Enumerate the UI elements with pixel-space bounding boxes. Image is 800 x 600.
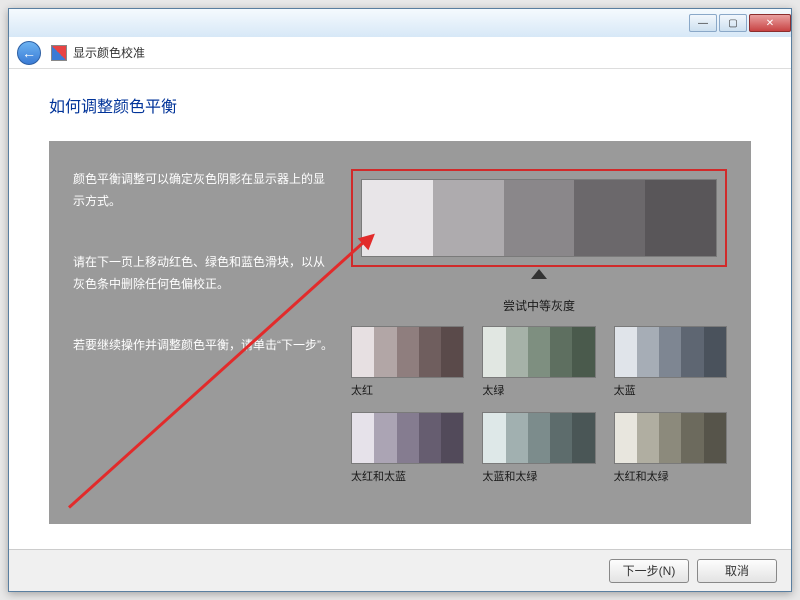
- swatch-label: 太红和太绿: [614, 468, 727, 484]
- close-button[interactable]: ✕: [749, 14, 791, 32]
- swatch-label: 太蓝和太绿: [482, 468, 595, 484]
- content-area: 如何调整颜色平衡 颜色平衡调整可以确定灰色阴影在显示器上的显示方式。 请在下一页…: [9, 69, 791, 549]
- highlight-annotation: [351, 169, 727, 267]
- swatch-too-red-green: 太红和太绿: [614, 412, 727, 484]
- swatch-too-green: 太绿: [482, 326, 595, 398]
- pointer-triangle-icon: [531, 269, 547, 279]
- swatch-too-blue: 太蓝: [614, 326, 727, 398]
- swatch-label: 太绿: [482, 382, 595, 398]
- maximize-button[interactable]: ▢: [719, 14, 747, 32]
- instruction-paragraph: 若要继续操作并调整颜色平衡，请单击“下一步”。: [73, 335, 333, 357]
- next-button[interactable]: 下一步(N): [609, 559, 689, 583]
- instruction-paragraph: 请在下一页上移动红色、绿色和蓝色滑块，以从灰色条中删除任何色偏校正。: [73, 252, 333, 295]
- minimize-button[interactable]: —: [689, 14, 717, 32]
- swatch-label: 太红和太蓝: [351, 468, 464, 484]
- instruction-paragraph: 颜色平衡调整可以确定灰色阴影在显示器上的显示方式。: [73, 169, 333, 212]
- neutral-label: 尝试中等灰度: [351, 297, 727, 314]
- nav-title: 显示颜色校准: [73, 44, 145, 61]
- control-panel-icon: [51, 45, 67, 61]
- page-heading: 如何调整颜色平衡: [49, 93, 751, 117]
- swatch-too-red: 太红: [351, 326, 464, 398]
- swatch-too-blue-green: 太蓝和太绿: [482, 412, 595, 484]
- dialog-window: — ▢ ✕ ← 显示颜色校准 如何调整颜色平衡 颜色平衡调整可以确定灰色阴影在显…: [8, 8, 792, 592]
- swatch-too-red-blue: 太红和太蓝: [351, 412, 464, 484]
- navbar: ← 显示颜色校准: [9, 37, 791, 69]
- cancel-button[interactable]: 取消: [697, 559, 777, 583]
- back-button[interactable]: ←: [17, 41, 41, 65]
- sample-column: 尝试中等灰度 太红 太绿 太蓝: [351, 169, 727, 484]
- swatch-label: 太红: [351, 382, 464, 398]
- footer-bar: 下一步(N) 取消: [9, 549, 791, 591]
- titlebar: — ▢ ✕: [9, 9, 791, 37]
- swatch-grid: 太红 太绿 太蓝 太红和太蓝: [351, 326, 727, 484]
- neutral-gray-strip: [361, 179, 717, 257]
- instruction-text-column: 颜色平衡调整可以确定灰色阴影在显示器上的显示方式。 请在下一页上移动红色、绿色和…: [73, 169, 333, 484]
- swatch-label: 太蓝: [614, 382, 727, 398]
- instruction-panel: 颜色平衡调整可以确定灰色阴影在显示器上的显示方式。 请在下一页上移动红色、绿色和…: [49, 141, 751, 524]
